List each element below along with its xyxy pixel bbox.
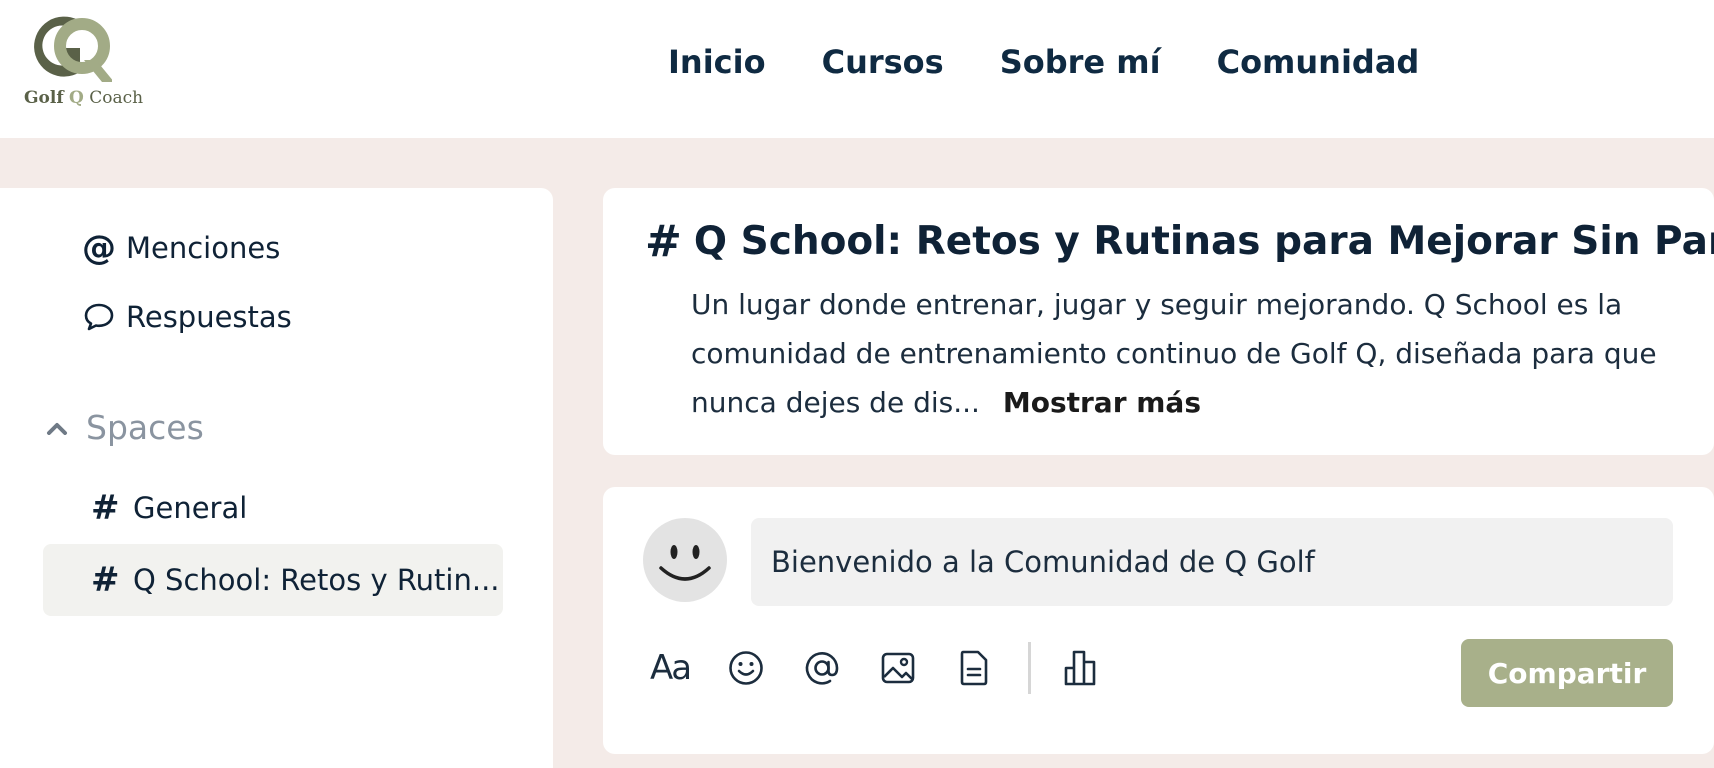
text-format-button[interactable]: Aa [648,646,692,690]
mention-button[interactable] [800,646,844,690]
hash-icon: # [645,216,682,267]
hash-icon: # [91,488,120,528]
golf-q-coach-logo[interactable]: Golf Q Coach [22,12,143,116]
space-description: Un lugar donde entrenar, jugar y seguir … [691,280,1681,427]
nav-inicio[interactable]: Inicio [668,40,766,85]
smiley-avatar-icon [659,545,711,581]
space-header-card: # Q School: Retos y Rutinas para Mejorar… [603,188,1714,455]
document-icon [960,650,988,686]
logo-word-coach: Coach [89,88,144,108]
hash-icon: # [91,560,120,600]
emoji-icon [729,651,763,685]
image-button[interactable] [876,646,920,690]
image-icon [881,652,915,684]
sidebar-item-space-q-school[interactable]: # Q School: Retos y Rutin... [43,544,503,616]
text-format-icon: Aa [649,648,692,688]
mention-icon [805,652,839,685]
sidebar-item-label: Menciones [126,231,281,265]
share-button[interactable]: Compartir [1461,639,1673,707]
emoji-button[interactable] [724,646,768,690]
main-nav: Inicio Cursos Sobre mí Comunidad [668,40,1475,85]
top-navigation-bar: Golf Q Coach Inicio Cursos Sobre mí Comu… [0,0,1714,138]
space-title: # Q School: Retos y Rutinas para Mejorar… [645,216,1714,267]
poll-button[interactable] [1059,646,1103,690]
sidebar-item-replies[interactable]: Respuestas [82,300,292,334]
sidebar-item-mentions[interactable]: @ Menciones [82,228,280,268]
community-sidebar: @ Menciones Respuestas Spaces # General … [0,188,553,768]
spaces-section-toggle[interactable]: Spaces [46,408,204,447]
at-icon: @ [82,228,116,268]
sidebar-item-space-general[interactable]: # General [43,472,503,544]
space-label: General [133,491,248,525]
chevron-up-icon [46,421,68,435]
avatar[interactable] [643,518,727,602]
logo-wordmark: Golf Q Coach [24,88,156,108]
poll-icon [1064,650,1096,686]
nav-cursos[interactable]: Cursos [822,40,944,85]
speech-bubble-icon [82,302,116,332]
composer-toolbar: Aa [648,642,1135,694]
post-composer-card: Bienvenido a la Comunidad de Q Golf Aa C… [603,487,1714,754]
logo-mark-icon [34,16,112,82]
toolbar-divider [1028,642,1031,694]
document-button[interactable] [952,646,996,690]
logo-word-golf: Golf [24,88,64,108]
sidebar-item-label: Respuestas [126,300,292,334]
nav-comunidad[interactable]: Comunidad [1217,40,1420,85]
spaces-heading: Spaces [86,408,204,447]
post-composer-input[interactable]: Bienvenido a la Comunidad de Q Golf [751,518,1673,606]
logo-word-q: Q [69,88,84,108]
space-title-text: Q School: Retos y Rutinas para Mejorar S… [693,219,1714,264]
show-more-link[interactable]: Mostrar más [1003,386,1201,419]
nav-sobre-mi[interactable]: Sobre mí [1000,40,1161,85]
space-label: Q School: Retos y Rutin... [133,563,500,597]
